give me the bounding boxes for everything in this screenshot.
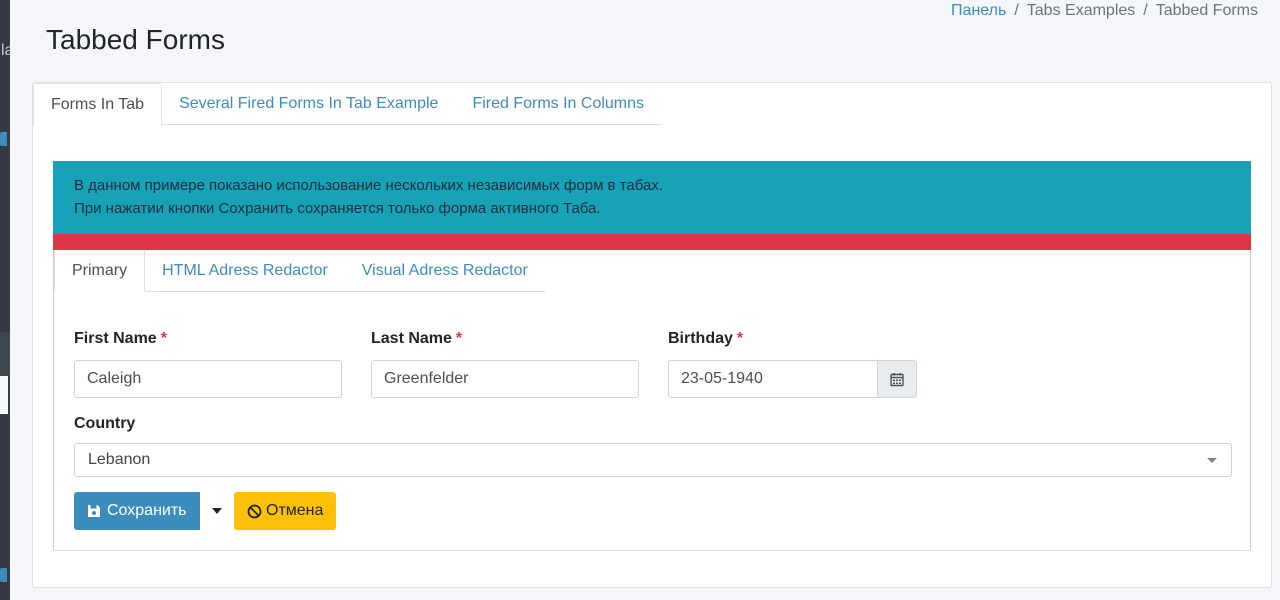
birthday-input[interactable]: 23-05-1940 — [668, 360, 878, 398]
chevron-down-icon — [1207, 458, 1217, 463]
calendar-icon — [890, 372, 904, 386]
tab-html-adress-redactor[interactable]: HTML Adress Redactor — [145, 250, 345, 292]
required-mark: * — [160, 330, 167, 347]
birthday-label: Birthday * — [668, 330, 743, 348]
breadcrumb-section: Tabs Examples — [1026, 2, 1136, 19]
tab-primary[interactable]: Primary — [54, 250, 146, 292]
sidebar-fragment-text: la — [1, 42, 10, 59]
country-label: Country — [74, 415, 136, 432]
breadcrumb-separator: / — [1143, 2, 1148, 19]
sidebar-active-row[interactable] — [0, 376, 8, 414]
info-callout: В данном примере показано использование … — [53, 161, 1251, 234]
breadcrumb-separator: / — [1014, 2, 1019, 19]
sidebar-edge: la — [0, 0, 10, 600]
danger-card-header — [53, 234, 1251, 250]
last-name-label-text: Last Name — [371, 330, 452, 347]
breadcrumb: Панель / Tabs Examples / Tabbed Forms — [951, 2, 1258, 20]
info-line-2: При нажатии кнопки Сохранить сохраняется… — [74, 200, 601, 217]
save-options-dropdown[interactable] — [201, 492, 233, 530]
page-title: Tabbed Forms — [46, 24, 225, 55]
caret-down-icon — [212, 508, 222, 514]
tab-visual-adress-redactor[interactable]: Visual Adress Redactor — [344, 250, 545, 292]
first-name-label-text: First Name — [74, 330, 157, 347]
last-name-label: Last Name * — [371, 330, 462, 348]
form-card: Primary HTML Adress Redactor Visual Adre… — [53, 250, 1251, 551]
country-select-value: Lebanon — [88, 451, 151, 468]
first-name-label: First Name * — [74, 330, 167, 348]
tab-forms-in-tab[interactable]: Forms In Tab — [33, 83, 163, 126]
last-name-input[interactable]: Greenfelder — [371, 360, 639, 398]
birthday-label-text: Birthday — [668, 330, 733, 347]
save-button[interactable]: Сохранить — [74, 492, 200, 530]
sidebar-hover-row — [0, 332, 10, 376]
first-name-input[interactable]: Caleigh — [74, 360, 342, 398]
breadcrumb-home-link[interactable]: Панель — [951, 2, 1006, 20]
main-tabs: Forms In Tab Several Fired Forms In Tab … — [33, 83, 662, 126]
form-tabs: Primary HTML Adress Redactor Visual Adre… — [54, 250, 545, 292]
cancel-button[interactable]: Отмена — [234, 492, 337, 530]
info-line-1: В данном примере показано использование … — [74, 177, 663, 194]
tabs-card: Forms In Tab Several Fired Forms In Tab … — [32, 82, 1272, 588]
ban-icon — [247, 504, 262, 518]
tab-fired-forms-in-columns[interactable]: Fired Forms In Columns — [455, 83, 661, 125]
sidebar-badge — [0, 132, 7, 146]
calendar-button[interactable] — [877, 360, 917, 398]
required-mark: * — [455, 330, 463, 347]
country-select[interactable]: Lebanon — [74, 443, 1232, 477]
floppy-disk-icon — [88, 505, 100, 517]
cancel-button-label: Отмена — [266, 502, 324, 519]
save-button-label: Сохранить — [107, 502, 187, 519]
tab-several-fired-forms[interactable]: Several Fired Forms In Tab Example — [162, 83, 455, 125]
breadcrumb-current: Tabbed Forms — [1155, 2, 1258, 19]
sidebar-badge-bottom — [0, 568, 7, 582]
required-mark: * — [736, 330, 744, 347]
